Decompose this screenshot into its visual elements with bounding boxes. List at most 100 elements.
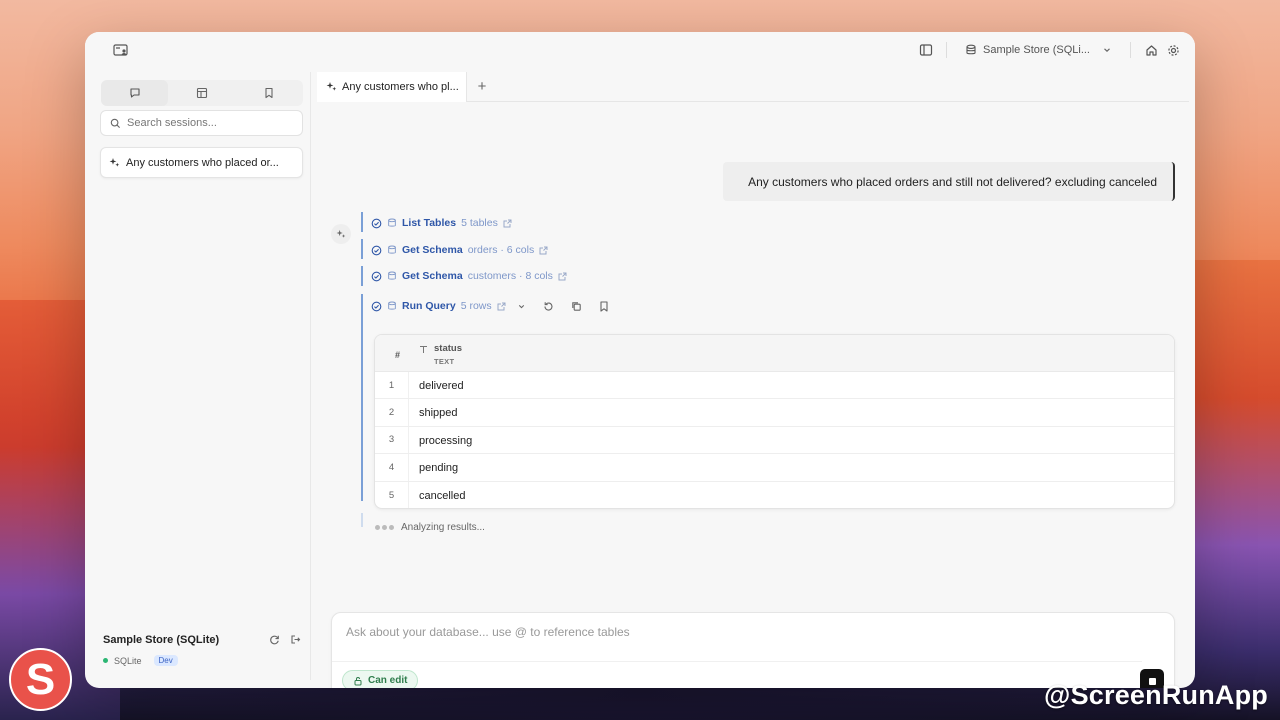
trace-line [361,239,363,259]
titlebar-divider [1130,42,1131,58]
check-circle-icon [371,218,382,229]
table-header: # status TEXT [375,335,1174,372]
connection-engine: SQLite [114,655,142,666]
account-panel-icon[interactable] [113,42,129,58]
analyzing-text: Analyzing results... [401,522,485,533]
tab-saved[interactable] [236,80,303,106]
connected-status-dot [103,658,108,663]
copy-icon[interactable] [571,301,582,312]
step-title: Get Schema [402,244,463,256]
session-title: Any customers who placed or... [126,156,279,169]
tool-step[interactable]: Get Schema orders · 6 cols [371,243,548,257]
cell-status: delivered [419,380,464,392]
external-link-icon[interactable] [558,272,567,281]
cell-status: pending [419,462,459,475]
chevron-down-icon[interactable] [517,302,526,311]
refresh-icon[interactable] [269,634,280,645]
loading-dots-icon [375,525,394,530]
table-icon [196,87,208,99]
toggle-sidebar-icon[interactable] [918,42,934,58]
database-select[interactable]: Sample Store (SQLi... [959,44,1118,56]
check-circle-icon [371,271,382,282]
step-title: List Tables [402,217,457,229]
disconnect-icon[interactable] [290,634,301,645]
database-icon [387,218,397,228]
trace-line [361,212,363,232]
sidebar: Any customers who placed or... Sample St… [93,72,311,680]
sidebar-footer: Sample Store (SQLite) SQLite Dev [103,634,303,666]
watermark-text: @ScreenRunApp [1044,680,1268,710]
titlebar-actions: Sample Store (SQLi... [918,38,1181,62]
sparkle-icon [326,81,337,92]
app-logo: S [9,648,72,711]
sparkle-icon [109,157,120,168]
text-type-icon [419,345,428,366]
session-tabs: Any customers who pl... + [317,71,1189,102]
table-row[interactable]: 5 cancelled [375,481,1174,508]
tool-step[interactable]: Get Schema customers · 8 cols [371,269,567,283]
check-circle-icon [371,245,382,256]
tool-step[interactable]: List Tables 5 tables [371,216,512,230]
cell-status: processing [419,434,473,447]
cell-status: cancelled [419,489,466,502]
step-detail: 5 tables [461,217,498,229]
index-column-header: # [395,350,401,360]
sidebar-view-switcher [101,80,303,106]
new-tab-button[interactable]: + [467,72,497,102]
assistant-avatar [331,224,351,244]
message-input[interactable] [346,625,1046,645]
session-search[interactable] [100,110,303,136]
connection-actions [269,634,301,645]
tab-sessions[interactable] [101,80,169,106]
connection-meta: SQLite Dev [103,655,303,666]
external-link-icon[interactable] [497,302,506,311]
chevron-down-icon [1102,45,1112,55]
search-input[interactable] [127,117,297,129]
tool-step-run-query[interactable]: Run Query 5 rows [371,299,609,313]
table-row[interactable]: 2 shipped [375,399,1174,427]
table-row[interactable]: 3 processing [375,426,1174,455]
trace-line [361,266,363,286]
user-message: Any customers who placed orders and stil… [723,162,1175,201]
step-detail: 5 rows [460,300,492,312]
permission-label: Can edit [368,675,408,686]
column-name: status [434,343,462,354]
cell-status: shipped [419,407,458,420]
app-window: Sample Store (SQLi... Search sessions...… [85,32,1195,688]
analyzing-indicator: Analyzing results... [375,522,485,533]
row-index: 5 [375,481,409,508]
titlebar: Sample Store (SQLi... [85,32,1195,68]
main-panel: Any customers who pl... + Any customers … [317,71,1189,688]
database-icon [387,271,397,281]
row-index: 1 [375,372,409,399]
step-title: Run Query [402,300,456,312]
session-item[interactable]: Any customers who placed or... [100,147,303,178]
step-detail: orders · 6 cols [467,244,535,256]
bookmark-icon[interactable] [599,300,609,312]
rerun-icon[interactable] [543,301,554,312]
home-icon[interactable] [1143,42,1159,58]
external-link-icon[interactable] [503,219,512,228]
chat-bubble-icon [129,87,141,99]
message-composer: Can edit [331,612,1175,688]
step-detail: customers · 8 cols [467,270,553,282]
trace-line [361,294,363,501]
query-result-table: # status TEXT 1 delivered 2 shipped 3 pr… [374,334,1175,509]
row-index: 2 [375,399,409,426]
table-row[interactable]: 1 delivered [375,372,1174,400]
trace-line [361,513,363,527]
titlebar-divider [946,42,947,58]
external-link-icon[interactable] [539,246,548,255]
row-index: 4 [375,454,409,481]
gear-icon[interactable] [1165,42,1181,58]
check-circle-icon [371,301,382,312]
lock-open-icon [353,676,363,686]
column-header-status[interactable]: status TEXT [419,343,462,366]
tab-tables[interactable] [168,80,235,106]
column-type: TEXT [434,357,455,366]
permission-toggle[interactable]: Can edit [342,670,419,688]
tab-label: Any customers who pl... [342,80,459,93]
tab-session[interactable]: Any customers who pl... [317,71,467,102]
database-icon [387,245,397,255]
table-row[interactable]: 4 pending [375,454,1174,482]
